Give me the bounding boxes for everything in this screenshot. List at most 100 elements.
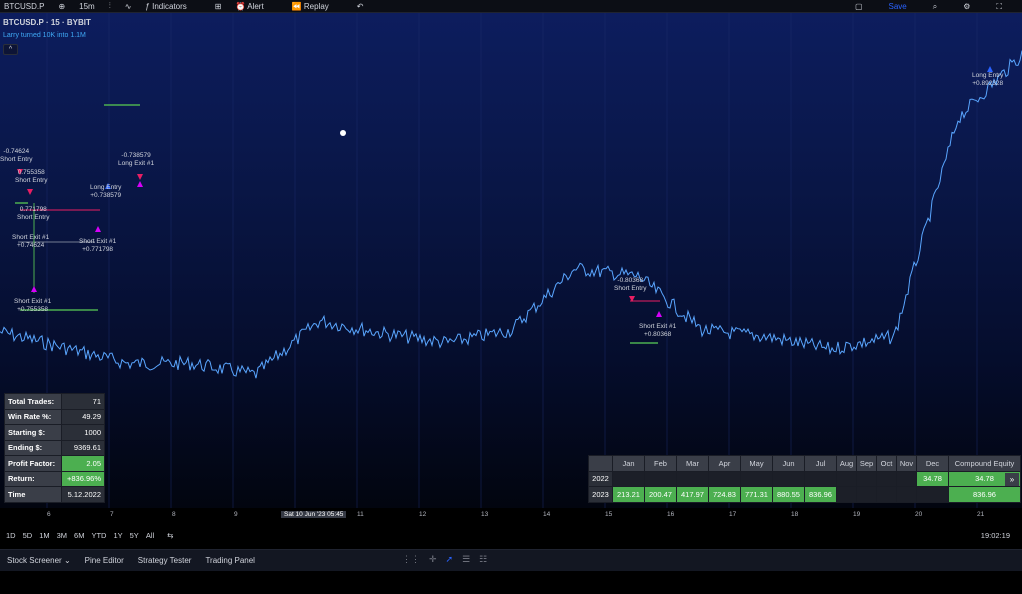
tab-trading-panel[interactable]: Trading Panel [205, 556, 255, 565]
range-1d[interactable]: 1D [6, 531, 16, 540]
settings-sliders-icon[interactable]: ☰ [462, 554, 470, 565]
stats-label: Starting $: [4, 424, 62, 441]
stats-label: Ending $: [4, 439, 62, 456]
stats-row: Total Trades: 71 [4, 393, 105, 410]
stats-row: Time 5.12.2022 [4, 486, 105, 503]
monthly-year-row: 2022 34.78 34.78» [588, 470, 1021, 487]
symbol-search[interactable]: BTCUSD.P [4, 2, 44, 11]
gear-icon[interactable]: ⚙ [963, 2, 970, 11]
crosshair-icon[interactable]: ✛ [429, 554, 437, 565]
monthly-header-cell: Nov [896, 455, 917, 472]
trade-label: -0.80368 Short Entry [614, 277, 647, 292]
range-6m[interactable]: 6M [74, 531, 84, 540]
drag-handle-icon[interactable]: ⋮⋮ [402, 554, 420, 565]
replay-button[interactable]: ⏪ Replay [292, 2, 343, 11]
range-all[interactable]: All [146, 531, 154, 540]
add-symbol-icon[interactable]: ⊕ [58, 2, 65, 11]
range-5d[interactable]: 5D [23, 531, 33, 540]
exit-arrow [95, 226, 101, 232]
time-tick: 14 [543, 511, 551, 518]
monthly-header-cell: Jan [612, 455, 645, 472]
tab-pine-editor[interactable]: Pine Editor [85, 556, 124, 565]
stats-value: +836.96% [61, 470, 105, 487]
goto-date-icon[interactable]: ⇆ [167, 531, 173, 540]
short-entry-arrow [27, 189, 33, 195]
range-5y[interactable]: 5Y [130, 531, 139, 540]
compound-equity-cell: 34.78» [948, 470, 1021, 487]
month-return-cell [896, 470, 917, 487]
time-tick: 6 [47, 511, 51, 518]
undo-icon[interactable]: ↶ [357, 2, 364, 11]
price-chart[interactable] [0, 13, 1022, 508]
trade-label: -0.738579 Long Exit #1 [118, 152, 155, 167]
stats-label: Return: [4, 470, 62, 487]
monthly-header-cell: Feb [644, 455, 677, 472]
monthly-year-row: 2023 213.21 200.47 417.97 724.83 771.31 880.55… [588, 486, 1021, 503]
stats-value: 5.12.2022 [61, 486, 105, 503]
exit-arrow [31, 286, 37, 292]
stats-row: Return: +836.96% [4, 470, 105, 487]
templates-icon[interactable]: ⊞ [215, 2, 222, 11]
monthly-header-cell: May [740, 455, 773, 472]
bar-style-icon[interactable]: ⫶ [109, 1, 111, 11]
trade-label: Short Exit #1 +0.74624 [12, 234, 50, 249]
monthly-header-cell: Mar [676, 455, 709, 472]
next-page-button[interactable]: » [1005, 472, 1019, 486]
time-tick: 17 [729, 511, 737, 518]
range-ytd[interactable]: YTD [91, 531, 106, 540]
month-return-cell: 213.21 [612, 486, 645, 503]
fullscreen-icon[interactable]: ⛶ [996, 2, 1002, 12]
month-return-cell [676, 470, 709, 487]
stats-row: Ending $: 9369.61 [4, 439, 105, 456]
chart-type-icon[interactable]: ∿ [125, 2, 132, 11]
time-tick: 16 [667, 511, 675, 518]
month-return-cell [804, 470, 837, 487]
search-icon[interactable]: ⌕ [933, 2, 937, 12]
month-return-cell [612, 470, 645, 487]
replay-label: Replay [303, 1, 329, 11]
cursor-icon[interactable]: ➚ [446, 554, 454, 565]
tab-strategy-tester[interactable]: Strategy Tester [138, 556, 192, 565]
range-1m[interactable]: 1M [39, 531, 49, 540]
performance-stats-table: Total Trades: 71 Win Rate %: 49.29 Starting … [4, 393, 105, 503]
monthly-header-cell: Dec [916, 455, 949, 472]
alert-button[interactable]: ⏰ Alert [235, 2, 277, 11]
stats-label: Profit Factor: [4, 455, 62, 472]
monthly-header-cell [588, 455, 613, 472]
range-1y[interactable]: 1Y [113, 531, 122, 540]
month-return-cell [856, 470, 877, 487]
month-return-cell: 880.55 [772, 486, 805, 503]
time-tick: 20 [915, 511, 923, 518]
tab-stock-screener[interactable]: Stock Screener ⌄ [7, 556, 71, 565]
month-return-cell [708, 470, 741, 487]
monthly-header-cell: Compound Equity [948, 455, 1021, 472]
monthly-header-cell: Aug [836, 455, 857, 472]
save-button[interactable]: Save [889, 2, 907, 11]
month-return-cell [896, 486, 917, 503]
clock[interactable]: 19:02:19 [981, 531, 1010, 540]
chart-area[interactable]: BTCUSD.P · 15 · BYBIT Larry turned 10K i… [0, 13, 1022, 508]
month-return-cell [836, 486, 857, 503]
toolbar-right: ▢ Save ⌕ ⚙ ⛶ [855, 0, 1016, 12]
symbol-legend[interactable]: BTCUSD.P · 15 · BYBIT [3, 18, 91, 27]
object-tree-icon[interactable]: ☷ [479, 554, 487, 565]
month-return-cell: 417.97 [676, 486, 709, 503]
interval-selector[interactable]: 15m [79, 2, 95, 11]
time-tick: 9 [234, 511, 238, 518]
time-axis[interactable]: 6 7 8 9 11 12 13 14 15 16 17 18 19 20 21… [0, 508, 1022, 522]
range-3m[interactable]: 3M [57, 531, 67, 540]
month-return-cell [772, 470, 805, 487]
stats-value: 71 [61, 393, 105, 410]
indicators-button[interactable]: ƒ Indicators [145, 2, 200, 11]
indicator-legend[interactable]: Larry turned 10K into 1.1M [3, 32, 86, 39]
time-tick: 21 [977, 511, 985, 518]
trade-label: 0.771798 Short Entry [17, 206, 50, 221]
monthly-header-row: Jan Feb Mar Apr May Jun Jul Aug Sep Oct Nov Dec Comp… [588, 455, 1021, 472]
time-tick: 18 [791, 511, 799, 518]
monthly-header-cell: Sep [856, 455, 877, 472]
drawing-tools: ⋮⋮ ✛ ➚ ☰ ☷ [402, 554, 487, 565]
trade-label: Long Entry +0.738579 [90, 184, 122, 199]
layout-icon[interactable]: ▢ [855, 2, 863, 11]
collapse-legend-button[interactable]: ^ [3, 44, 18, 55]
trade-label: Short Exit #1 +0.771798 [79, 238, 117, 253]
